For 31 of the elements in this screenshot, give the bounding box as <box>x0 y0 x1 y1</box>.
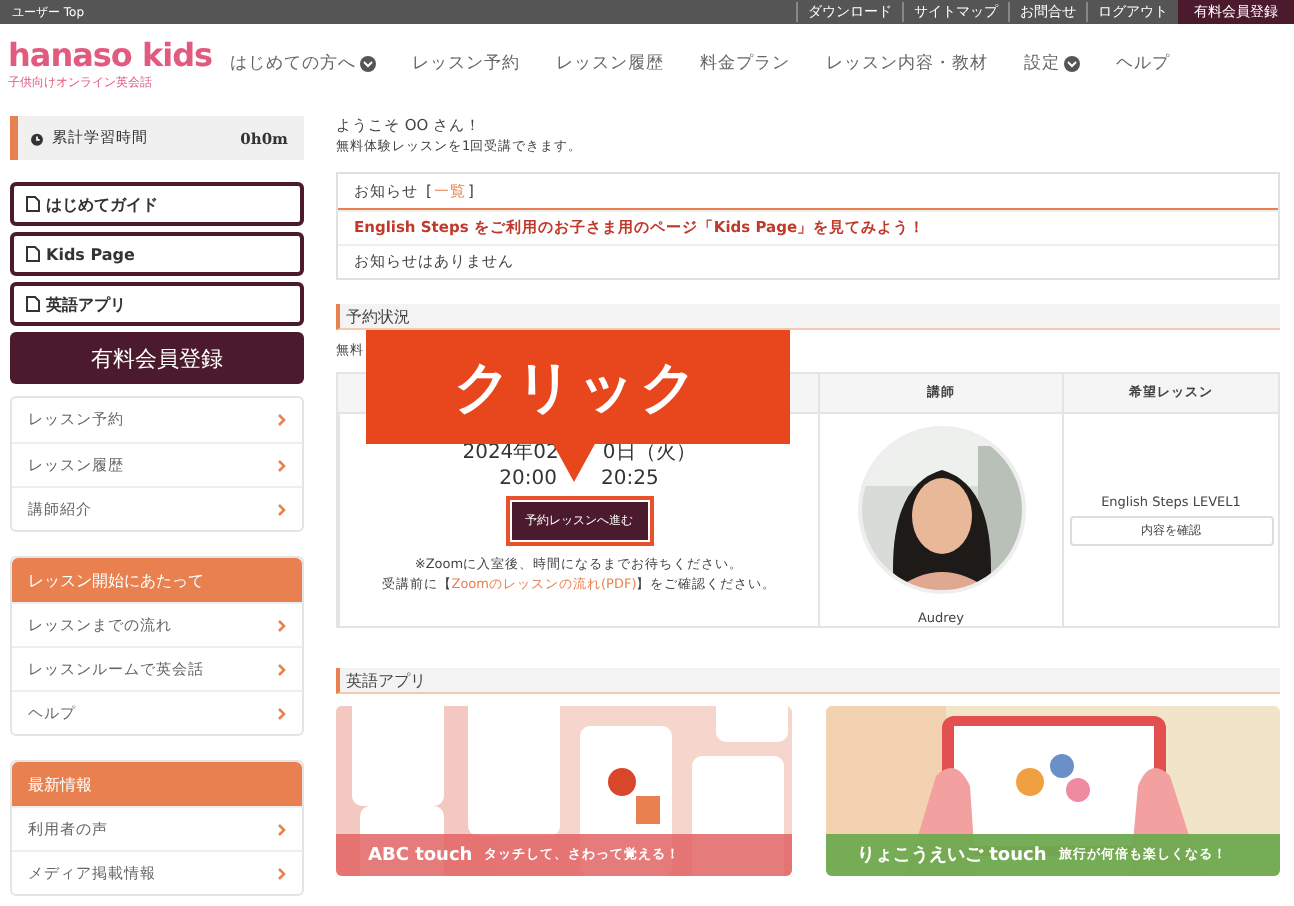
register-button[interactable]: 有料会員登録 <box>10 332 304 384</box>
chevron-icon <box>278 663 286 675</box>
nav-item[interactable]: レッスン履歴 <box>538 52 682 76</box>
section-heading: 予約状況 <box>336 304 1280 330</box>
nav-item[interactable]: レッスン予約 <box>394 52 538 76</box>
nav-item[interactable]: はじめての方へ <box>212 52 394 76</box>
callout-banner: クリック <box>366 330 790 444</box>
menu-heading: 最新情報 <box>12 762 302 806</box>
nav-item[interactable]: レッスン内容・教材 <box>808 52 1006 76</box>
section-heading: 英語アプリ <box>336 668 1280 694</box>
guide-button[interactable]: Kids Page <box>10 232 304 276</box>
chevron-icon <box>278 867 286 879</box>
logo[interactable]: hanaso kids <box>8 37 213 73</box>
chevron-icon <box>278 503 286 515</box>
chevron-icon <box>278 619 286 631</box>
time-text: 20:00 <box>499 466 557 492</box>
chevron-icon <box>278 459 286 471</box>
nav-item[interactable]: 料金プラン <box>682 52 808 76</box>
menu-heading: レッスン開始にあたって <box>12 558 302 602</box>
document-icon <box>26 296 40 312</box>
guide-button[interactable]: はじめてガイド <box>10 182 304 226</box>
document-icon <box>26 246 40 262</box>
document-icon <box>26 196 40 212</box>
clock-icon <box>30 131 44 145</box>
time-text: 20:25 <box>601 466 659 492</box>
chevron-icon <box>278 707 286 719</box>
nav-item[interactable]: 設定 <box>1006 52 1098 76</box>
chevron-icon <box>278 414 286 426</box>
chevron-icon <box>278 823 286 835</box>
nav-item[interactable]: ヘルプ <box>1098 52 1188 76</box>
guide-button[interactable]: 英語アプリ <box>10 282 304 326</box>
